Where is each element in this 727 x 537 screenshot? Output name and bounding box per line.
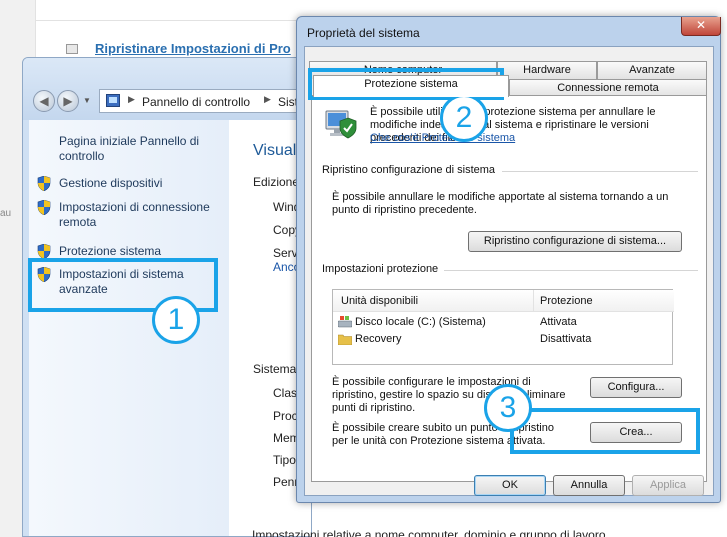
drive-protection-status: Attivata [540,316,577,328]
tab-advanced[interactable]: Avanzate [597,61,707,79]
sidebar-item-label: Protezione sistema [59,244,162,258]
background-checkbox[interactable] [66,44,78,54]
system-row: Proc [273,409,298,423]
system-row: Tipo [273,453,296,467]
breadcrumb-control-panel[interactable]: Pannello di controllo [142,95,250,109]
arrow-left-icon: ◀ [39,94,49,108]
forward-button[interactable]: ▶ [57,90,79,112]
control-panel-icon [106,94,120,107]
group-divider [502,171,698,172]
restore-description: È possibile annullare le modifiche appor… [332,191,669,216]
uac-shield-icon [37,176,51,191]
system-section-label: Sistema [253,362,297,376]
sidebar-item-remote-settings[interactable]: Impostazioni di connessione remota [37,200,227,232]
uac-shield-icon [37,244,51,259]
navigation-bar: ◀ ▶ ▼ ▶ Pannello di controllo ▶ Siste [23,58,311,120]
system-drive-icon [338,316,352,328]
address-bar[interactable]: ▶ Pannello di controllo ▶ Siste [99,89,311,113]
drive-name: Disco locale (C:) (Sistema) [355,316,486,328]
recent-pages-chevron-down-icon[interactable]: ▼ [83,96,91,105]
arrow-right-icon: ▶ [63,94,73,108]
table-row[interactable]: Disco locale (C:) (Sistema) Attivata [333,315,672,331]
system-restore-button[interactable]: Ripristino configurazione di sistema... [468,231,682,252]
back-button[interactable]: ◀ [33,90,55,112]
background-strip-text: au [0,208,12,219]
breadcrumb-chevron-icon[interactable]: ▶ [128,94,135,105]
drive-protection-status: Disattivata [540,333,592,345]
sidebar-item-label: Gestione dispositivi [59,176,163,190]
tab-hardware[interactable]: Hardware [497,61,597,79]
computer-name-section-heading: Impostazioni relative a nome computer, d… [252,528,606,537]
close-icon: ✕ [695,18,707,32]
background-divider [36,20,296,21]
annotation-step-3: 3 [484,384,532,432]
close-button[interactable]: ✕ [681,17,721,36]
uac-shield-icon [37,200,51,215]
protection-group-label: Impostazioni protezione [322,263,439,275]
sidebar-home-link[interactable]: Pagina iniziale Pannello di controllo [59,134,219,164]
annotation-step-2: 2 [440,94,488,142]
breadcrumb-chevron-icon[interactable]: ▶ [264,94,271,105]
column-header-protection[interactable]: Protezione [534,290,674,312]
column-header-drives[interactable]: Unità disponibili [333,290,533,312]
sidebar: Pagina iniziale Pannello di controllo Ge… [29,120,229,536]
configure-button[interactable]: Configura... [590,377,682,398]
annotation-box-create-button [510,408,700,454]
annotation-step-1: 1 [152,296,200,344]
sidebar-item-label: Impostazioni di connessione remota [59,200,210,229]
group-divider [444,270,698,271]
dialog-title: Proprietà del sistema [307,26,420,40]
background-heading-link[interactable]: Ripristinare Impostazioni di Pro [95,41,291,56]
sidebar-item-device-manager[interactable]: Gestione dispositivi [37,176,227,192]
edition-section-label: Edizione [253,175,300,189]
computer-shield-icon [325,110,357,139]
folder-drive-icon [338,334,352,345]
tab-system-protection[interactable]: Protezione sistema [313,75,509,97]
restore-group-label: Ripristino configurazione di sistema [322,164,496,176]
what-is-system-protection-link[interactable]: Che cos'è Protezione sistema [370,132,515,144]
ok-button[interactable]: OK [474,475,546,496]
table-row[interactable]: Recovery Disattivata [333,332,672,348]
cancel-button[interactable]: Annulla [553,475,625,496]
page-title: Visuali [253,142,300,159]
drive-name: Recovery [355,333,402,345]
apply-button[interactable]: Applica [632,475,704,496]
drives-table: Unità disponibili Protezione Disco local… [332,289,674,365]
